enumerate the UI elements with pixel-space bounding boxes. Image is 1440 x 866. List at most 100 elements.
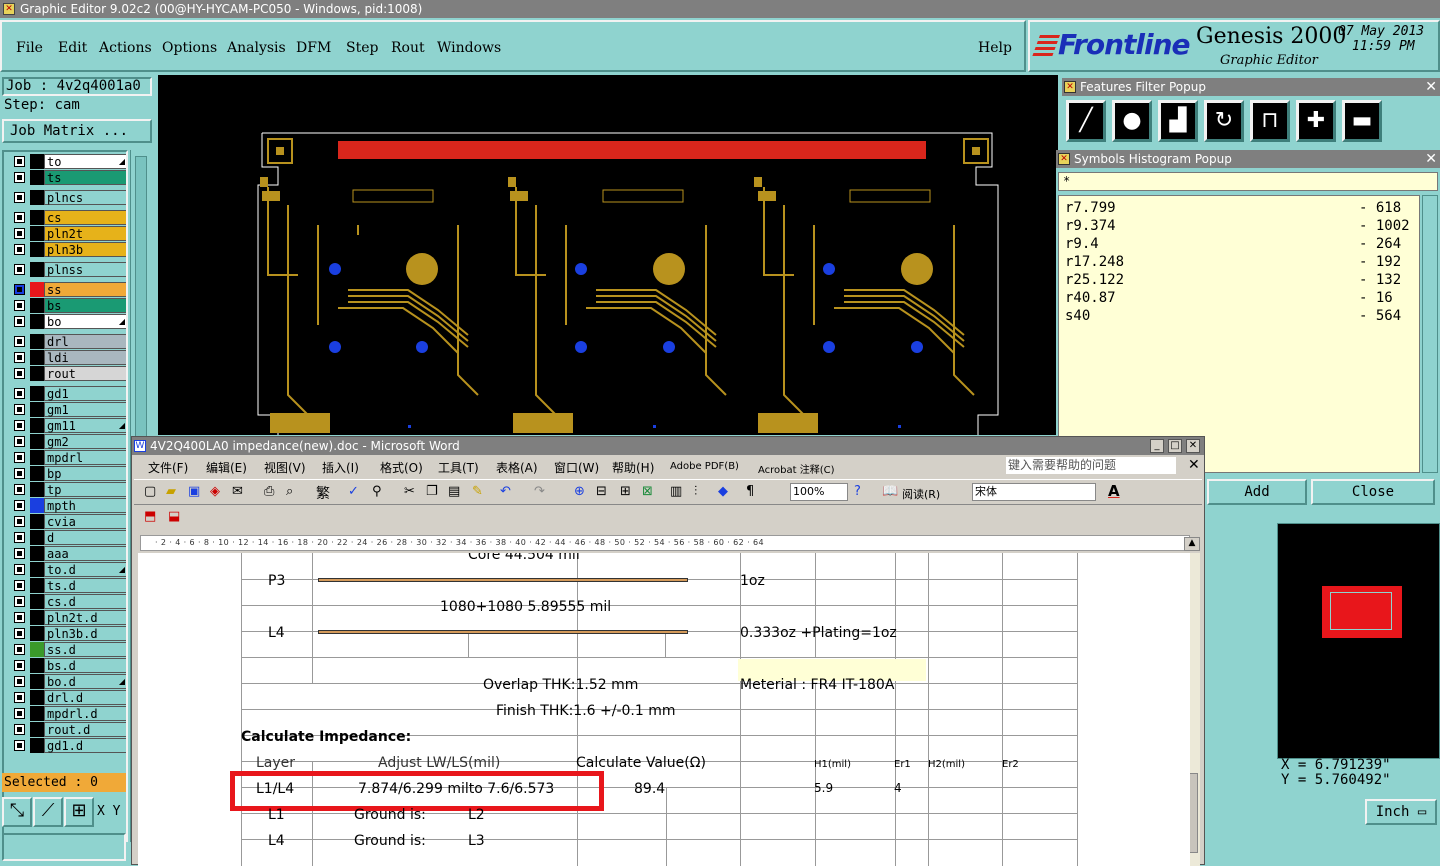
layer-row[interactable]: cvia: [10, 514, 126, 529]
word-menu-adobe-pdf[interactable]: Adobe PDF(B): [670, 461, 739, 472]
histogram-symbol[interactable]: r9.4: [1065, 236, 1099, 252]
layer-color-swatch[interactable]: [30, 386, 44, 401]
layer-row[interactable]: gm11 ◢: [10, 418, 126, 433]
layer-checkbox[interactable]: [14, 352, 25, 363]
layer-color-swatch[interactable]: [30, 482, 44, 497]
cut-icon[interactable]: ✂: [404, 484, 415, 499]
layer-color-swatch[interactable]: [30, 190, 44, 205]
font-color-icon[interactable]: A: [1108, 482, 1120, 500]
layer-color-swatch[interactable]: [30, 314, 44, 329]
layer-checkbox[interactable]: [14, 692, 25, 703]
word-menu-view[interactable]: 视图(V): [264, 459, 306, 476]
layer-color-swatch[interactable]: [30, 418, 44, 433]
layer-color-swatch[interactable]: [30, 366, 44, 381]
layer-color-swatch[interactable]: [30, 282, 44, 297]
layer-row[interactable]: mpdrl.d: [10, 706, 126, 721]
zoom-box-icon[interactable]: ⤡: [2, 797, 32, 827]
traditional-chinese-icon[interactable]: 繁: [316, 483, 330, 503]
close-icon[interactable]: ✕: [1425, 78, 1437, 96]
layer-checkbox[interactable]: [14, 368, 25, 379]
word-menu-insert[interactable]: 插入(I): [322, 459, 359, 476]
layer-checkbox[interactable]: [14, 612, 25, 623]
layer-color-swatch[interactable]: [30, 434, 44, 449]
histogram-symbol[interactable]: r9.374: [1065, 218, 1116, 234]
layer-color-swatch[interactable]: [30, 722, 44, 737]
layer-row[interactable]: to ◢: [10, 154, 126, 169]
close-doc-icon[interactable]: ✕: [1188, 457, 1200, 473]
layer-row[interactable]: ts.d: [10, 578, 126, 593]
pdf-email-icon[interactable]: ⬓: [168, 509, 180, 524]
reading-icon[interactable]: 📖: [882, 484, 898, 499]
close-button[interactable]: Close: [1311, 479, 1435, 505]
layer-checkbox[interactable]: [14, 192, 25, 203]
new-doc-icon[interactable]: ▢: [144, 484, 156, 499]
add-button[interactable]: Add: [1207, 479, 1307, 505]
plus-icon[interactable]: ✚: [1296, 100, 1336, 142]
menu-edit[interactable]: Edit: [58, 40, 87, 56]
pad-tool-icon[interactable]: ●: [1112, 100, 1152, 142]
preview-icon[interactable]: ⌕: [286, 484, 293, 499]
layer-color-swatch[interactable]: [30, 242, 44, 257]
layer-checkbox[interactable]: [14, 708, 25, 719]
layer-checkbox[interactable]: [14, 580, 25, 591]
layer-color-swatch[interactable]: [30, 262, 44, 277]
histogram-symbol[interactable]: s40: [1065, 308, 1090, 324]
layer-checkbox[interactable]: [14, 676, 25, 687]
layer-color-swatch[interactable]: [30, 674, 44, 689]
histogram-symbol[interactable]: r17.248: [1065, 254, 1124, 270]
minus-icon[interactable]: ▬: [1342, 100, 1382, 142]
layer-checkbox[interactable]: [14, 436, 25, 447]
tables-borders-icon[interactable]: ⊟: [596, 484, 607, 499]
layer-row[interactable]: bo ◢: [10, 314, 126, 329]
email-icon[interactable]: ✉: [232, 484, 243, 499]
help-icon[interactable]: ?: [854, 484, 861, 499]
layer-row[interactable]: plnss: [10, 262, 126, 277]
layer-checkbox[interactable]: [14, 596, 25, 607]
menu-windows[interactable]: Windows: [437, 40, 501, 56]
overview-map[interactable]: [1277, 523, 1440, 759]
grid-icon[interactable]: ⊞: [64, 797, 94, 827]
word-menu-format[interactable]: 格式(O): [380, 459, 423, 476]
copy-icon[interactable]: ❐: [426, 484, 438, 499]
layer-color-swatch[interactable]: [30, 466, 44, 481]
layer-row[interactable]: mpth: [10, 498, 126, 513]
show-hide-icon[interactable]: ¶: [746, 484, 754, 499]
layer-checkbox[interactable]: [14, 244, 25, 255]
word-menu-table[interactable]: 表格(A): [496, 459, 538, 476]
layer-color-swatch[interactable]: [30, 450, 44, 465]
layer-color-swatch[interactable]: [30, 402, 44, 417]
layer-color-swatch[interactable]: [30, 594, 44, 609]
layer-row[interactable]: drl.d: [10, 690, 126, 705]
layer-checkbox[interactable]: [14, 500, 25, 511]
layer-row[interactable]: rout.d: [10, 722, 126, 737]
layer-row[interactable]: plncs: [10, 190, 126, 205]
menu-step[interactable]: Step: [346, 40, 378, 56]
graphic-canvas[interactable]: [158, 75, 1058, 435]
layer-checkbox[interactable]: [14, 388, 25, 399]
layer-row[interactable]: ss: [10, 282, 126, 297]
insert-excel-icon[interactable]: ⊠: [642, 484, 653, 499]
measure-icon[interactable]: ⟋: [33, 797, 63, 827]
research-icon[interactable]: ⚲: [372, 484, 382, 499]
symbol-filter-input[interactable]: *: [1058, 172, 1438, 191]
job-matrix-button[interactable]: Job Matrix ...: [2, 119, 152, 143]
word-menu-edit[interactable]: 编辑(E): [206, 459, 247, 476]
menu-help[interactable]: Help: [978, 40, 1012, 56]
menu-analysis[interactable]: Analysis: [227, 40, 286, 56]
menu-dfm[interactable]: DFM: [296, 40, 331, 56]
layer-row[interactable]: gm1: [10, 402, 126, 417]
layer-color-swatch[interactable]: [30, 546, 44, 561]
layer-checkbox[interactable]: [14, 516, 25, 527]
undo-icon[interactable]: ↶: [500, 484, 511, 499]
layer-checkbox[interactable]: [14, 300, 25, 311]
layer-checkbox[interactable]: [14, 404, 25, 415]
layer-row[interactable]: bs.d: [10, 658, 126, 673]
layer-checkbox[interactable]: [14, 172, 25, 183]
layer-row[interactable]: tp: [10, 482, 126, 497]
units-select[interactable]: Inch ▭: [1365, 799, 1437, 825]
layer-row[interactable]: aaa: [10, 546, 126, 561]
layer-color-swatch[interactable]: [30, 530, 44, 545]
layer-row[interactable]: bs: [10, 298, 126, 313]
layer-color-swatch[interactable]: [30, 642, 44, 657]
open-icon[interactable]: ▰: [166, 484, 176, 499]
